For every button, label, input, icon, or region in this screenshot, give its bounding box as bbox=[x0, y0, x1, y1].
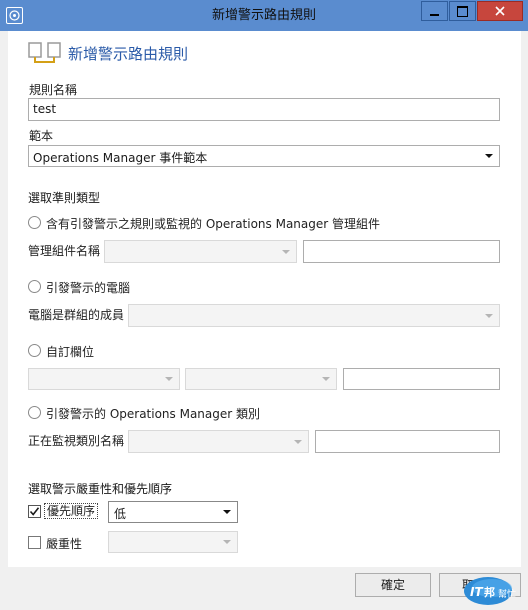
rule-name-label: 規則名稱 bbox=[29, 83, 78, 97]
chevron-down-icon bbox=[485, 313, 493, 318]
priority-select[interactable]: 低 bbox=[108, 501, 238, 523]
minimize-icon bbox=[430, 13, 439, 16]
chevron-down-icon bbox=[485, 154, 493, 158]
chevron-down-icon bbox=[282, 249, 290, 254]
svg-text:IT: IT bbox=[470, 585, 483, 599]
management-pack-select[interactable] bbox=[104, 240, 297, 263]
template-select[interactable]: Operations Manager 事件範本 bbox=[28, 145, 500, 167]
option-custom-field-label: 自訂欄位 bbox=[46, 345, 95, 359]
rule-name-input[interactable]: test bbox=[28, 98, 500, 121]
management-pack-name-label: 管理組件名稱 bbox=[28, 244, 101, 258]
svg-text:邦: 邦 bbox=[484, 585, 495, 599]
maximize-icon bbox=[457, 5, 468, 17]
chevron-down-icon bbox=[223, 510, 231, 514]
option-class-label: 引發警示的 Operations Manager 類別 bbox=[46, 407, 261, 421]
severity-label: 嚴重性 bbox=[46, 537, 83, 551]
close-button[interactable] bbox=[477, 1, 523, 21]
radio-computer[interactable] bbox=[28, 280, 41, 293]
custom-field-select[interactable] bbox=[28, 368, 180, 390]
computer-group-label: 電腦是群組的成員 bbox=[28, 308, 125, 322]
template-label: 範本 bbox=[29, 129, 54, 143]
checkmark-icon bbox=[29, 507, 40, 516]
management-pack-text[interactable] bbox=[303, 240, 500, 263]
priority-value: 低 bbox=[114, 507, 127, 521]
chevron-down-icon bbox=[322, 377, 330, 381]
custom-operator-select[interactable] bbox=[185, 368, 337, 390]
severity-checkbox[interactable] bbox=[28, 536, 41, 549]
class-name-label: 正在監視類別名稱 bbox=[28, 434, 125, 448]
template-value: Operations Manager 事件範本 bbox=[33, 151, 208, 165]
radio-management-pack[interactable] bbox=[28, 216, 41, 229]
criteria-section-title: 選取準則類型 bbox=[28, 191, 101, 205]
priority-checkbox[interactable] bbox=[28, 505, 41, 518]
maximize-button[interactable] bbox=[449, 1, 476, 21]
chevron-down-icon bbox=[294, 439, 302, 444]
severity-select[interactable] bbox=[108, 531, 238, 553]
ithelp-watermark-logo: IT 邦 幫忙 bbox=[462, 574, 524, 606]
option-management-pack-label: 含有引發警示之規則或監視的 Operations Manager 管理組件 bbox=[46, 217, 381, 231]
radio-class[interactable] bbox=[28, 406, 41, 419]
chevron-down-icon bbox=[165, 377, 173, 381]
routing-rule-icon bbox=[28, 41, 62, 65]
page-title: 新增警示路由規則 bbox=[68, 45, 189, 63]
class-name-select[interactable] bbox=[128, 430, 309, 453]
severity-section-title: 選取警示嚴重性和優先順序 bbox=[28, 482, 173, 496]
rule-name-value: test bbox=[33, 102, 57, 116]
close-icon bbox=[495, 6, 505, 16]
custom-value-input[interactable] bbox=[343, 368, 500, 390]
minimize-button[interactable] bbox=[421, 1, 448, 21]
class-name-text[interactable] bbox=[315, 430, 500, 453]
ok-button[interactable]: 確定 bbox=[355, 573, 431, 597]
priority-label: 優先順序 bbox=[44, 503, 99, 519]
chevron-down-icon bbox=[223, 540, 231, 544]
option-computer-label: 引發警示的電腦 bbox=[46, 281, 131, 295]
svg-text:幫忙: 幫忙 bbox=[498, 588, 516, 600]
computer-group-select[interactable] bbox=[128, 304, 500, 327]
radio-custom-field[interactable] bbox=[28, 344, 41, 357]
